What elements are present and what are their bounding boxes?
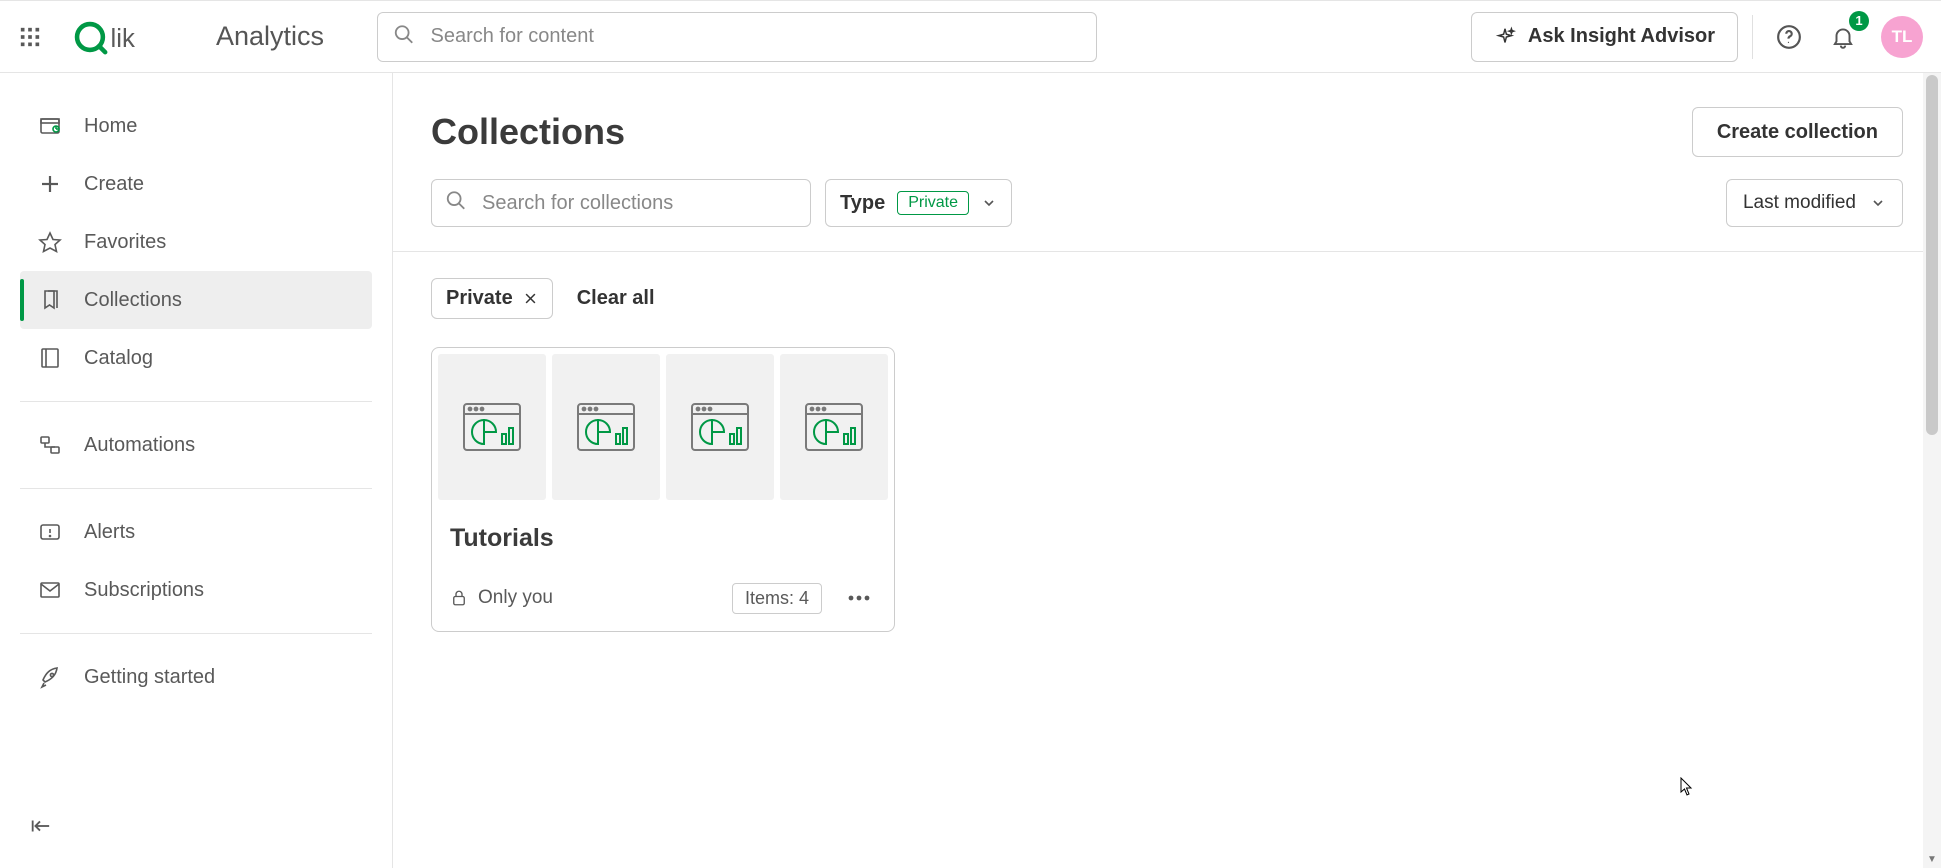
sort-label: Last modified [1743,192,1856,214]
plus-icon [38,172,62,196]
qlik-logo[interactable]: lik [74,18,188,56]
sidebar-item-label: Alerts [84,521,135,544]
svg-text:lik: lik [110,24,134,52]
sidebar-item-label: Catalog [84,347,153,370]
lock-icon [450,588,468,608]
mail-icon [38,578,62,602]
bookmark-stack-icon [38,288,62,312]
search-icon [393,23,415,50]
app-chart-icon [688,398,752,456]
sidebar: Home Create Favorites Collections Catalo… [0,73,393,868]
sidebar-item-label: Home [84,115,137,138]
sidebar-item-getting-started[interactable]: Getting started [20,648,372,706]
product-name: Analytics [216,21,324,52]
create-collection-button[interactable]: Create collection [1692,107,1903,157]
collapse-sidebar-button[interactable] [20,806,60,846]
chevron-down-icon [1870,195,1886,211]
divider [1752,15,1753,59]
thumbnail [438,354,546,500]
scrollbar-thumb[interactable] [1926,75,1938,435]
sidebar-item-home[interactable]: Home [20,97,372,155]
notifications-button[interactable]: 1 [1821,15,1865,59]
app-launcher-button[interactable] [10,17,50,57]
sidebar-item-label: Subscriptions [84,579,204,602]
sparkle-icon [1494,26,1516,48]
type-filter-dropdown[interactable]: Type Private [825,179,1012,227]
sidebar-item-label: Create [84,173,144,196]
grid-icon [19,26,41,48]
thumbnail [552,354,660,500]
sidebar-item-subscriptions[interactable]: Subscriptions [20,561,372,619]
ask-insight-advisor-label: Ask Insight Advisor [1528,25,1715,48]
type-filter-selected-chip: Private [897,191,969,215]
divider [20,633,372,634]
alert-icon [38,520,62,544]
star-icon [38,230,62,254]
home-icon [38,114,62,138]
sidebar-item-create[interactable]: Create [20,155,372,213]
scrollbar-down-arrow[interactable]: ▼ [1923,850,1941,868]
sidebar-item-alerts[interactable]: Alerts [20,503,372,561]
user-avatar[interactable]: TL [1881,16,1923,58]
sidebar-item-label: Favorites [84,231,166,254]
ask-insight-advisor-button[interactable]: Ask Insight Advisor [1471,12,1738,62]
page-title: Collections [431,111,625,153]
card-title: Tutorials [450,524,876,553]
thumbnail [666,354,774,500]
app-chart-icon [460,398,524,456]
collection-card[interactable]: Tutorials Only you Items: 4 [431,347,895,632]
automation-icon [38,433,62,457]
topbar: lik Analytics Ask Insight Advisor [0,0,1941,73]
card-more-button[interactable] [842,581,876,615]
notification-badge: 1 [1849,11,1869,31]
help-button[interactable] [1767,15,1811,59]
help-icon [1776,24,1802,50]
sidebar-item-favorites[interactable]: Favorites [20,213,372,271]
clear-all-filters-button[interactable]: Clear all [577,287,655,310]
chevron-down-icon [981,195,997,211]
sidebar-item-label: Getting started [84,666,215,689]
scrollbar[interactable]: ▼ [1923,73,1941,868]
divider [20,401,372,402]
main: Collections Create collection Type Priva… [393,73,1941,868]
sidebar-item-collections[interactable]: Collections [20,271,372,329]
sort-dropdown[interactable]: Last modified [1726,179,1903,227]
sidebar-item-catalog[interactable]: Catalog [20,329,372,387]
item-count-badge: Items: 4 [732,583,822,614]
catalog-icon [38,346,62,370]
applied-filter-chip[interactable]: Private [431,278,553,319]
rocket-icon [38,665,62,689]
global-search-input[interactable] [377,12,1097,62]
sidebar-item-label: Collections [84,289,182,312]
more-horizontal-icon [847,595,871,601]
applied-filter-label: Private [446,287,513,310]
collections-search-input[interactable] [431,179,811,227]
privacy-label: Only you [478,587,553,609]
app-chart-icon [574,398,638,456]
collapse-icon [29,815,51,837]
search-icon [445,190,467,217]
close-icon [523,291,538,306]
divider [20,488,372,489]
sidebar-item-automations[interactable]: Automations [20,416,372,474]
privacy-indicator: Only you [450,587,553,609]
avatar-initials: TL [1892,27,1913,47]
layout: Home Create Favorites Collections Catalo… [0,73,1941,868]
thumbnail [780,354,888,500]
type-filter-label: Type [840,192,885,215]
card-thumbnails [432,348,894,506]
app-chart-icon [802,398,866,456]
sidebar-item-label: Automations [84,434,195,457]
